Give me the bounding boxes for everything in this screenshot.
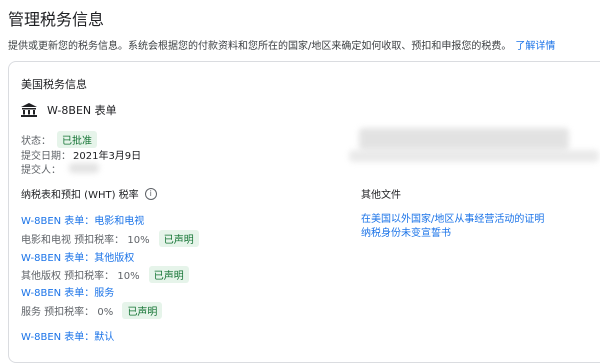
rate-value: 10%	[117, 271, 140, 282]
form-name: W-8BEN 表单	[47, 104, 117, 117]
doc-link-status-affidavit[interactable]: 纳税身份未变宣誓书	[361, 224, 451, 239]
rate-text: 其他版权 预扣税率：	[21, 271, 115, 282]
rate-value: 10%	[127, 235, 150, 246]
info-icon[interactable]: i	[144, 187, 157, 200]
page-intro: 提供或更新您的税务信息。系统会根据您的付款资料和您所在的国家/地区来确定如何收取…	[8, 37, 555, 52]
rate-text: 电影和电视 预扣税率：	[21, 235, 125, 246]
rate-text: 服务 预扣税率：	[21, 307, 95, 318]
rate-value: 0%	[97, 307, 114, 318]
card-title: 美国税务信息	[21, 78, 87, 91]
declared-badge: 已声明	[158, 230, 199, 247]
declared-badge: 已声明	[148, 266, 189, 283]
wht-rate-row: 电影和电视 预扣税率： 10% 已声明	[21, 230, 199, 247]
wht-rate-row: 服务 预扣税率： 0% 已声明	[21, 302, 163, 319]
wht-form-link-other-copyright[interactable]: W-8BEN 表单：其他版权	[21, 249, 134, 264]
intro-text: 提供或更新您的税务信息。系统会根据您的付款资料和您所在的国家/地区来确定如何收取…	[8, 41, 512, 52]
doc-link-business-proof[interactable]: 在美国以外国家/地区从事经营活动的证明	[361, 210, 544, 225]
wht-form-link-default[interactable]: W-8BEN 表单：默认	[21, 328, 114, 343]
wht-form-link-services[interactable]: W-8BEN 表单：服务	[21, 284, 114, 299]
wht-form-link-film-tv[interactable]: W-8BEN 表单：电影和电视	[21, 212, 144, 227]
wht-heading: 纳税表和预扣 (WHT) 税率 i	[21, 186, 157, 201]
declared-badge: 已声明	[122, 302, 163, 319]
form-header: W-8BEN 表单	[21, 102, 117, 118]
submitter-row: 提交人：	[21, 161, 61, 176]
redacted-area-1	[359, 128, 569, 150]
submitter-label: 提交人：	[21, 165, 61, 176]
submit-date-row: 提交日期： 2021年3月9日	[21, 147, 141, 162]
us-tax-info-card: 美国税务信息 W-8BEN 表单 状态： 已批准 提交日期： 2021年3月9日 提…	[8, 61, 600, 363]
page-title: 管理税务信息	[8, 10, 105, 29]
wht-heading-text: 纳税表和预扣 (WHT) 税率	[21, 190, 139, 201]
status-row: 状态： 已批准	[21, 131, 97, 148]
redacted-area-2	[349, 150, 599, 162]
status-label: 状态：	[21, 136, 51, 147]
status-badge: 已批准	[57, 131, 97, 148]
wht-rate-row: 其他版权 预扣税率： 10% 已声明	[21, 266, 189, 283]
learn-more-link[interactable]: 了解详情	[515, 41, 555, 52]
other-docs-heading: 其他文件	[361, 190, 401, 201]
redacted-submitter	[69, 163, 99, 173]
bank-icon	[21, 103, 37, 117]
submit-date-value: 2021年3月9日	[73, 151, 142, 162]
